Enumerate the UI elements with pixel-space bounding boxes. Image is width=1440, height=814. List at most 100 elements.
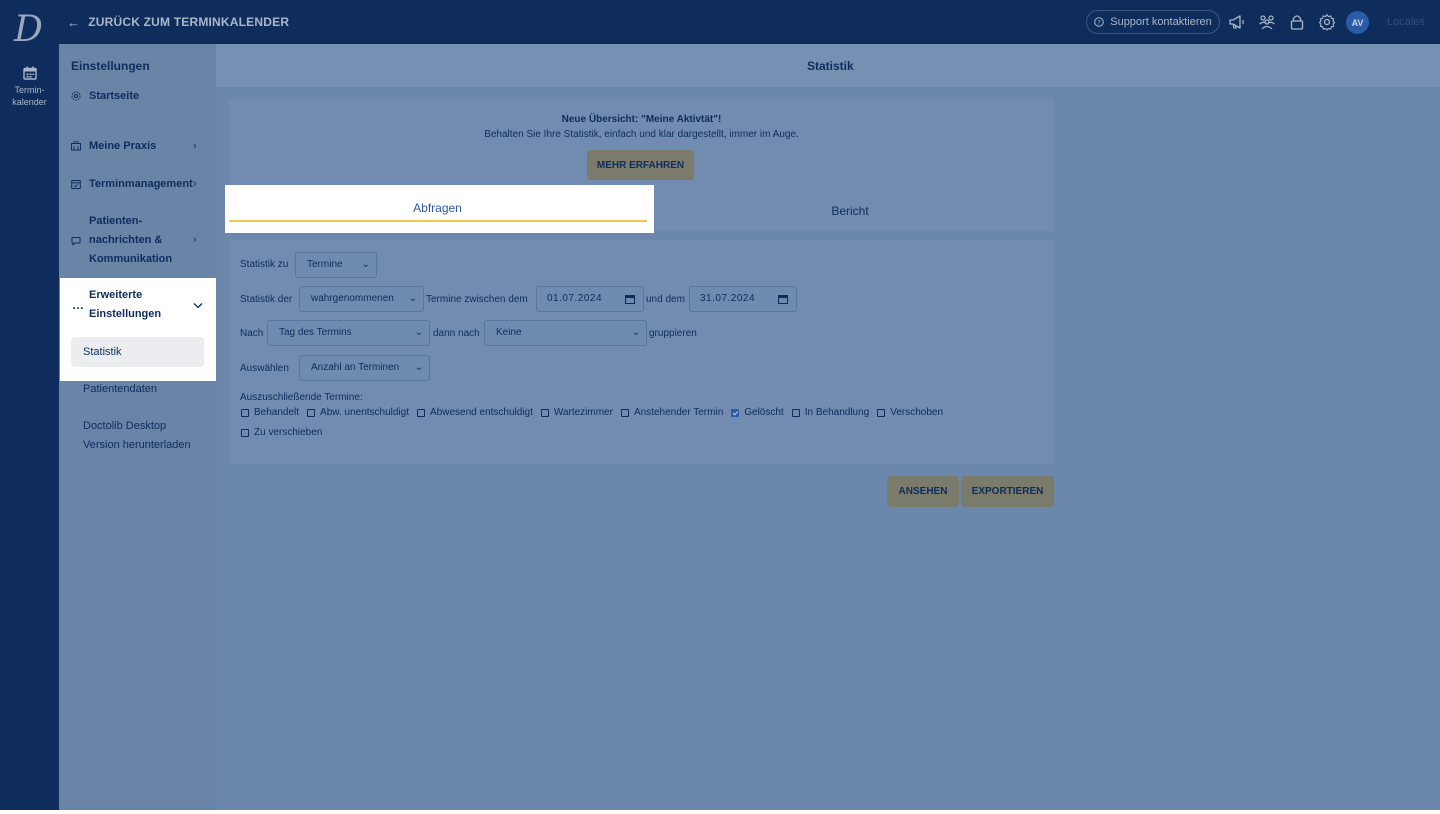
- desktop-download-line2: Version herunterladen: [83, 439, 191, 451]
- sidebar-item-patient-data[interactable]: Patientendaten: [83, 380, 157, 399]
- calendar-icon: [778, 295, 788, 304]
- between-label: Termine zwischen dem: [426, 294, 528, 305]
- lock-icon[interactable]: [1288, 13, 1306, 31]
- checkbox-label: Wartezimmer: [553, 407, 613, 418]
- sidebar-item-home[interactable]: Startseite: [71, 90, 139, 102]
- chevron-right-icon: ›: [193, 140, 197, 152]
- checkbox-to-postpone[interactable]: Zu verschieben: [241, 427, 322, 438]
- checkbox-treated[interactable]: Behandelt: [241, 407, 299, 418]
- page-title: Statistik: [807, 59, 854, 73]
- view-button[interactable]: ANSEHEN: [887, 476, 959, 507]
- main-content: Statistik Neue Übersicht: "Meine Aktivtä…: [216, 44, 1440, 810]
- checkbox-label: Behandelt: [254, 407, 300, 418]
- doctolib-logo[interactable]: D: [14, 10, 43, 50]
- sidebar-item-messages[interactable]: Patienten- nachrichten & Kommunikation: [71, 212, 172, 269]
- sidebar-item-messages-line3: Kommunikation: [89, 253, 173, 265]
- locales-link[interactable]: Locales: [1387, 16, 1425, 28]
- then-label: dann nach: [433, 328, 480, 339]
- sidebar-item-practice-label: Meine Praxis: [89, 140, 157, 152]
- export-button[interactable]: EXPORTIEREN: [961, 476, 1054, 507]
- group-by-select[interactable]: Tag des Termins ⌄: [267, 320, 430, 346]
- banner-text: Behalten Sie Ihre Statistik, einfach und…: [484, 129, 799, 140]
- calendar-icon: [625, 295, 635, 304]
- building-icon: [71, 141, 81, 151]
- stat-for-select[interactable]: Termine ⌄: [295, 252, 377, 278]
- tab-queries-label: Abfragen: [413, 201, 462, 215]
- checkbox-box[interactable]: [417, 408, 425, 417]
- chevron-right-icon: ›: [193, 234, 197, 246]
- checkbox-deleted[interactable]: Gelöscht: [731, 407, 784, 418]
- chevron-down-icon: ⌄: [414, 327, 423, 338]
- arrow-left-icon: ←: [67, 14, 81, 30]
- sidebar-item-advanced-line2: Einstellungen: [89, 308, 162, 320]
- sidebar-item-appointments[interactable]: Terminmanagement: [71, 178, 193, 190]
- learn-more-button[interactable]: MEHR ERFAHREN: [587, 150, 694, 180]
- user-avatar[interactable]: AV: [1346, 11, 1369, 34]
- checkbox-label: Gelöscht: [744, 407, 784, 418]
- tab-active-indicator: [229, 220, 647, 222]
- checkbox-box[interactable]: [791, 408, 800, 417]
- measure-select[interactable]: Anzahl an Terminen ⌄: [299, 355, 430, 381]
- checkbox-upcoming[interactable]: Anstehender Termin: [620, 407, 724, 418]
- checkbox-label: Anstehender Termin: [633, 407, 724, 418]
- date-to-input[interactable]: 31.07.2024: [689, 286, 797, 312]
- checkbox-box[interactable]: [877, 408, 886, 417]
- tab-queries[interactable]: Abfragen: [225, 185, 654, 233]
- by-label: Nach: [240, 328, 264, 339]
- checkbox-postponed[interactable]: Verschoben: [877, 407, 943, 418]
- back-to-calendar-link[interactable]: ← ZURÜCK ZUM TERMINKALENDER: [67, 14, 289, 30]
- svg-text:?: ?: [1098, 18, 1101, 26]
- group-label: gruppieren: [649, 328, 697, 339]
- exclude-label: Auszuschließende Termine:: [240, 392, 363, 403]
- stat-of-select[interactable]: wahrgenommenen ⌄: [299, 286, 424, 312]
- checkbox-box-checked[interactable]: [731, 408, 740, 417]
- megaphone-icon[interactable]: [1228, 13, 1246, 31]
- sidebar-item-practice[interactable]: Meine Praxis: [71, 140, 156, 152]
- settings-sidebar: Einstellungen Startseite Meine Praxis ›: [59, 44, 216, 810]
- chevron-down-icon: ⌄: [414, 362, 423, 373]
- app-rail: D Termin- kalender: [0, 0, 59, 810]
- checkbox-label: Abw. unentschuldigt: [320, 407, 409, 418]
- sidebar-item-statistics[interactable]: Statistik: [71, 337, 204, 367]
- checkbox-box[interactable]: [307, 408, 316, 417]
- exclude-checkbox-row-2: Zu verschieben: [241, 427, 330, 438]
- checkbox-absent-unexcused[interactable]: Abw. unentschuldigt: [307, 407, 409, 418]
- sidebar-item-home-label: Startseite: [89, 90, 140, 102]
- checkbox-box[interactable]: [540, 408, 549, 417]
- date-to-value: 31.07.2024: [700, 293, 756, 304]
- desktop-download-line1: Doctolib Desktop: [83, 420, 167, 432]
- then-by-select[interactable]: Keine ⌄: [484, 320, 647, 346]
- chat-icon: [71, 236, 81, 245]
- group-by-value: Tag des Termins: [279, 327, 352, 338]
- date-from-input[interactable]: 01.07.2024: [536, 286, 644, 312]
- chevron-down-icon[interactable]: [193, 302, 203, 309]
- gear-icon: [71, 91, 81, 101]
- sidebar-section-advanced: … Erweiterte Einstellungen Statistik: [60, 278, 217, 381]
- sidebar-item-desktop-download[interactable]: Doctolib Desktop Version herunterladen: [83, 417, 191, 455]
- checkbox-box[interactable]: [620, 408, 629, 417]
- main-header: Statistik: [216, 44, 1440, 87]
- banner-title: Neue Übersicht: "Meine Aktivtät"!: [561, 114, 722, 125]
- checkbox-label: In Behandlung: [804, 407, 870, 418]
- more-dots-icon: …: [72, 298, 84, 312]
- tab-report[interactable]: Bericht: [650, 204, 1050, 218]
- team-icon[interactable]: [1258, 13, 1276, 31]
- checkbox-absent-excused[interactable]: Abwesend entschuldigt: [417, 407, 533, 418]
- exclude-checkbox-row-1: Behandelt Abw. unentschuldigt Abwesend e…: [241, 407, 951, 418]
- sidebar-item-appointments-label: Terminmanagement: [89, 178, 193, 190]
- checkbox-box[interactable]: [241, 428, 249, 437]
- rail-calendar-link[interactable]: Termin- kalender: [0, 66, 59, 108]
- support-label: Support kontaktieren: [1110, 16, 1212, 28]
- and-label: und dem: [646, 294, 685, 305]
- gear-icon[interactable]: [1318, 13, 1336, 31]
- sidebar-item-advanced[interactable]: Erweiterte Einstellungen: [89, 286, 161, 324]
- chevron-down-icon: ⌄: [408, 293, 417, 304]
- stat-of-label: Statistik der: [240, 294, 293, 305]
- checkbox-box[interactable]: [241, 408, 249, 417]
- checkbox-waiting-room[interactable]: Wartezimmer: [540, 407, 613, 418]
- checkbox-in-treatment[interactable]: In Behandlung: [791, 407, 870, 418]
- stat-of-value: wahrgenommenen: [311, 293, 394, 304]
- sidebar-title: Einstellungen: [71, 59, 150, 73]
- back-to-calendar-label: ZURÜCK ZUM TERMINKALENDER: [88, 15, 290, 29]
- support-button[interactable]: ? Support kontaktieren: [1086, 10, 1220, 34]
